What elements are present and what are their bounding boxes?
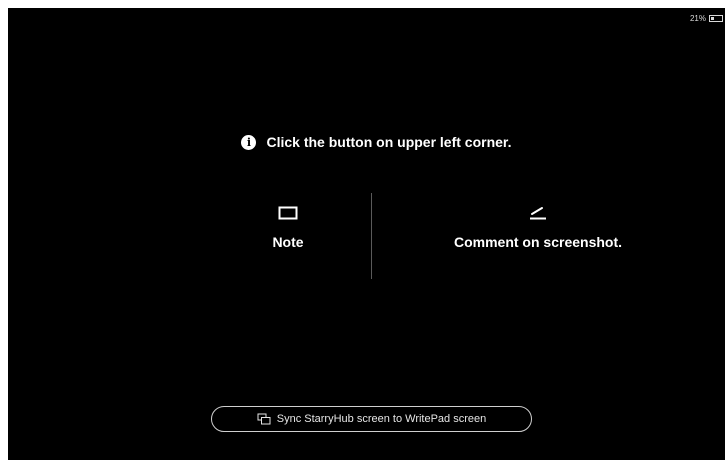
status-bar: 21% (690, 14, 723, 23)
battery-percent: 21% (689, 14, 706, 23)
screens-icon (257, 413, 271, 425)
comment-screenshot-option[interactable]: Comment on screenshot. (428, 206, 648, 250)
sync-button-label: Sync StarryHub screen to WritePad screen (276, 413, 487, 425)
note-label: Note (272, 234, 304, 250)
sync-screen-button[interactable]: Sync StarryHub screen to WritePad screen (211, 406, 532, 432)
divider (371, 193, 372, 279)
info-icon: i (241, 134, 257, 150)
note-option[interactable]: Note (248, 206, 328, 250)
rectangle-icon (278, 206, 298, 220)
battery-icon (709, 15, 723, 22)
hint-message: i Click the button on upper left corner. (18, 134, 725, 150)
battery-fill (711, 17, 714, 20)
hint-text: Click the button on upper left corner. (266, 134, 512, 150)
app-screen: 21% i Click the button on upper left cor… (8, 8, 725, 460)
comment-label: Comment on screenshot. (453, 234, 623, 250)
pen-line-icon (530, 207, 546, 220)
